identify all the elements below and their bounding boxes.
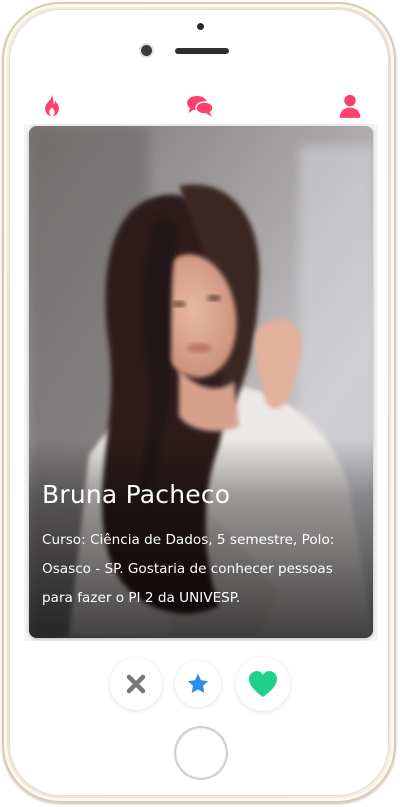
- profile-name: Bruna Pacheco: [42, 480, 231, 509]
- heart-icon: [249, 671, 277, 697]
- star-icon: [187, 673, 209, 693]
- action-bar: [24, 641, 378, 723]
- like-button[interactable]: [236, 657, 290, 711]
- earpiece-speaker: [175, 48, 229, 54]
- front-camera: [141, 45, 152, 56]
- dislike-button[interactable]: [110, 658, 162, 710]
- front-sensor: [197, 23, 204, 30]
- profile-card[interactable]: Bruna Pacheco Curso: Ciência de Dados, 5…: [29, 126, 373, 638]
- top-nav-bar: [24, 86, 378, 124]
- profile-bio: Curso: Ciência de Dados, 5 semestre, Pol…: [42, 532, 335, 606]
- chat-bubbles-icon[interactable]: [186, 93, 214, 119]
- user-icon[interactable]: [337, 93, 363, 119]
- app-screen: Bruna Pacheco Curso: Ciência de Dados, 5…: [24, 86, 378, 723]
- flame-icon[interactable]: [38, 93, 64, 119]
- superlike-button[interactable]: [175, 661, 221, 707]
- close-icon: [126, 674, 146, 694]
- home-button[interactable]: [176, 728, 226, 778]
